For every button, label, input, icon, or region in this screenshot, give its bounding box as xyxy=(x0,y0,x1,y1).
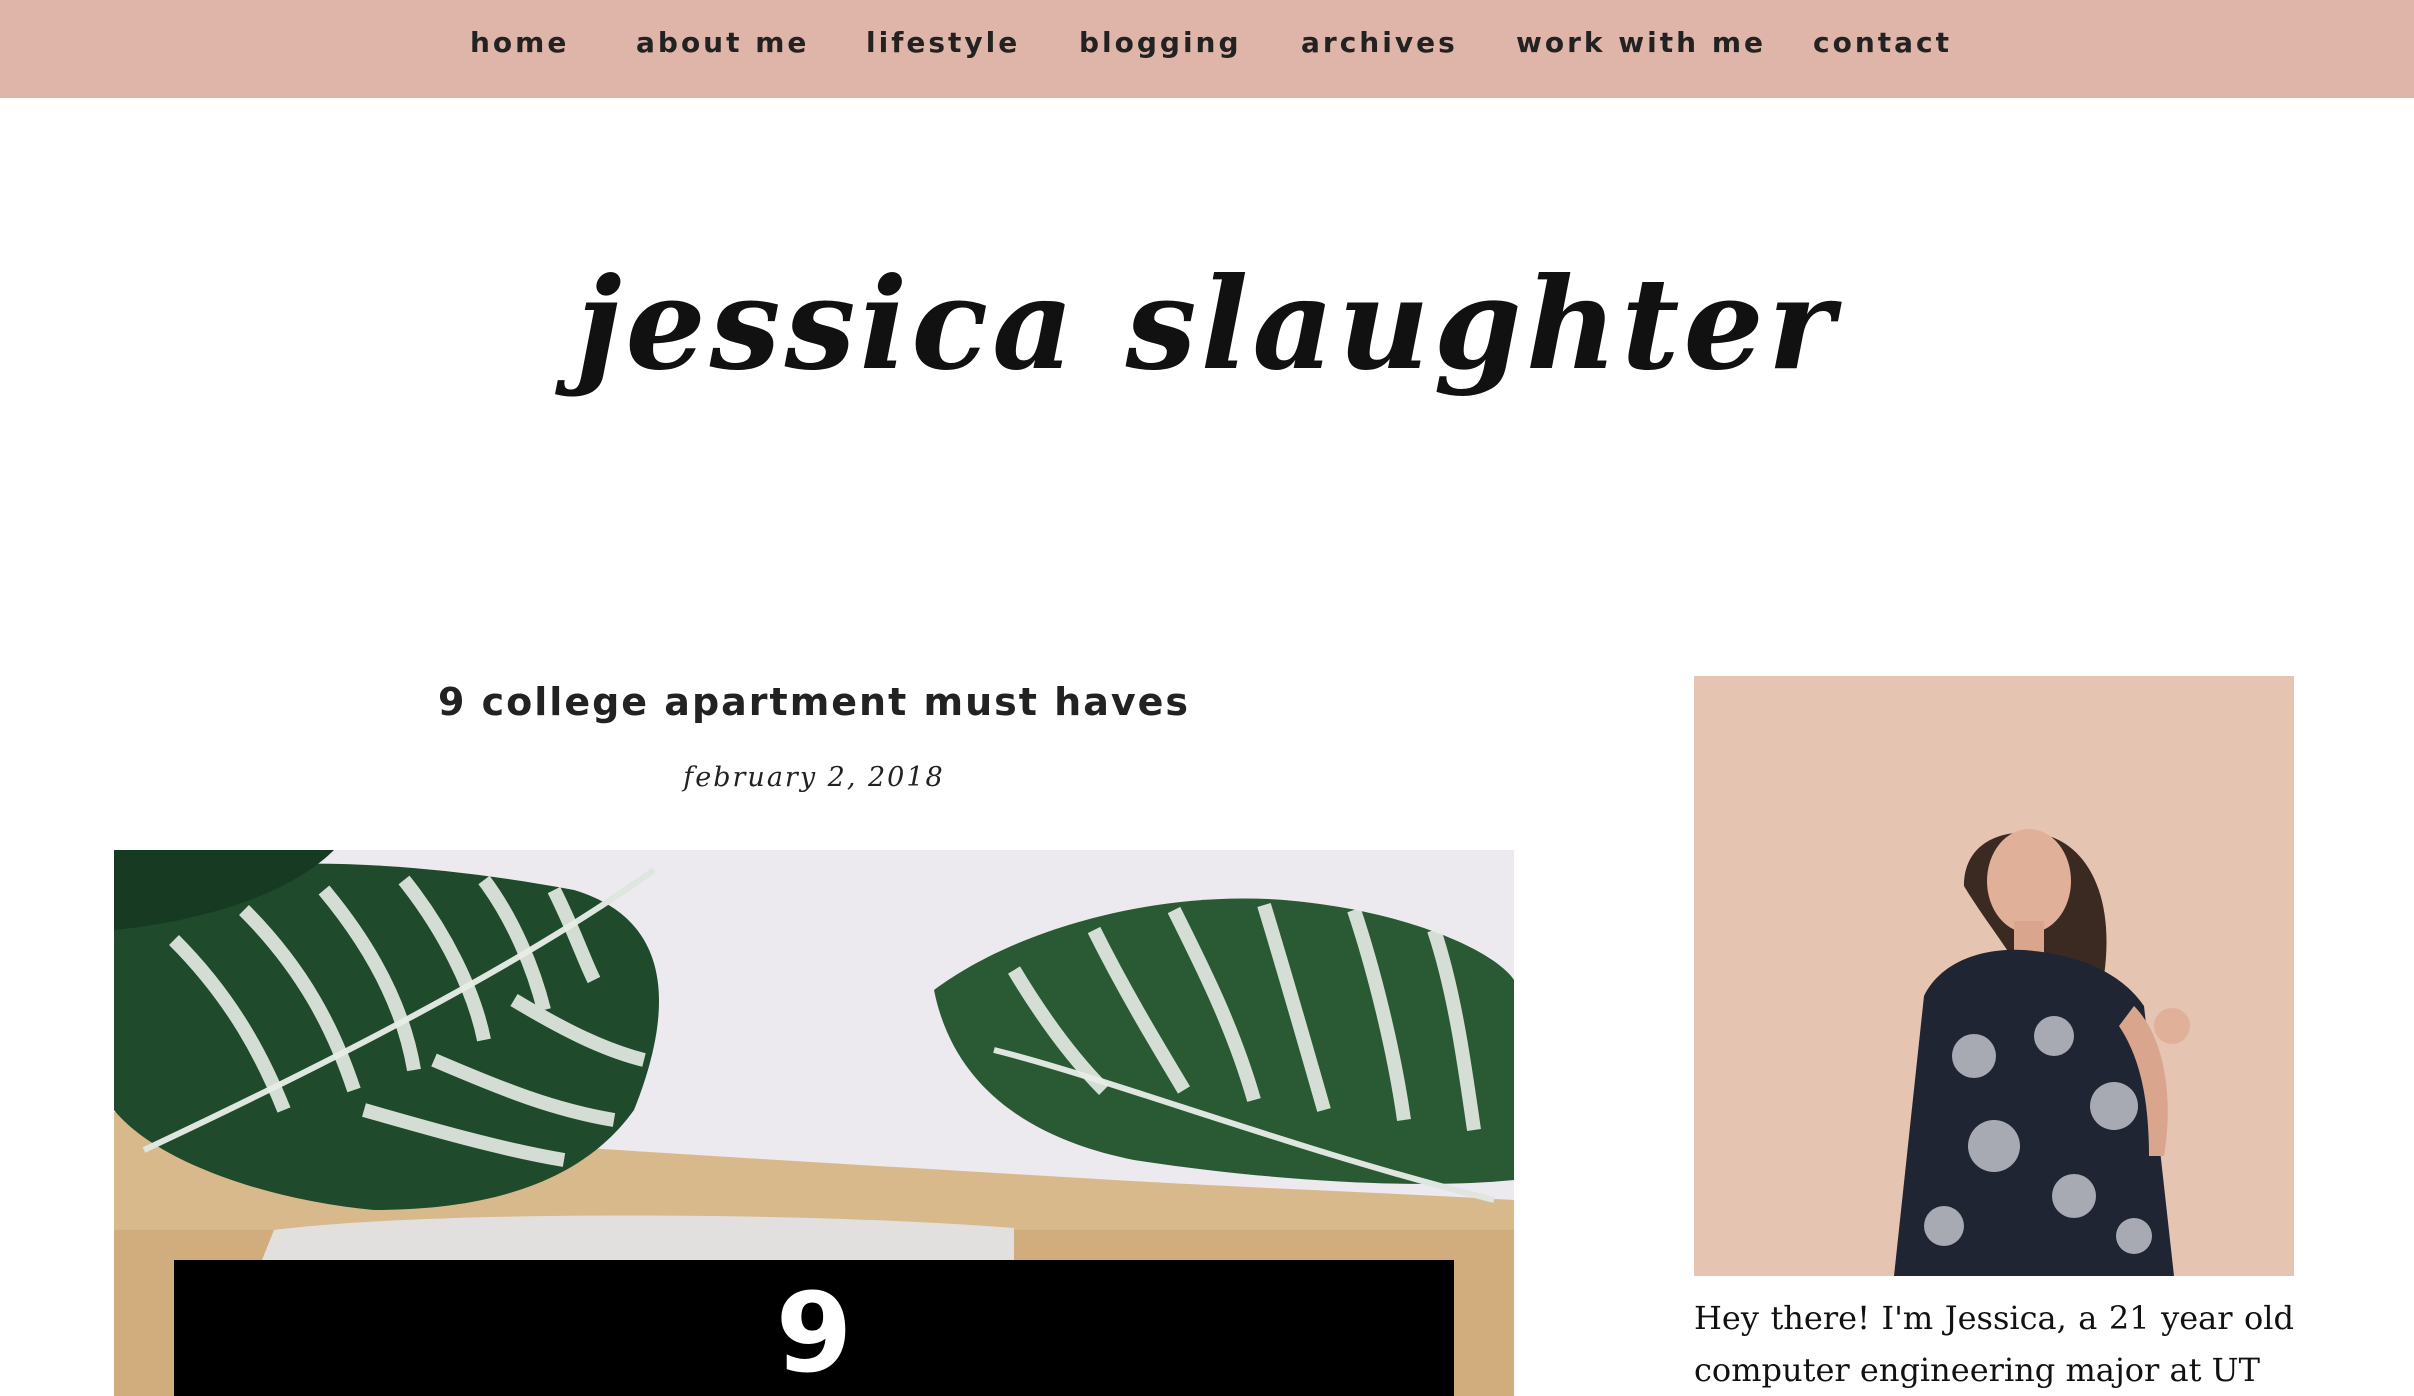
top-navigation: home about me lifestyle blogging archive… xyxy=(0,0,2414,98)
hero-caption-box: 9 xyxy=(174,1260,1454,1396)
nav-contact[interactable]: contact xyxy=(1813,0,1952,98)
nav-home[interactable]: home xyxy=(470,0,569,98)
profile-portrait xyxy=(1694,676,2294,1276)
post-date: february 2, 2018 xyxy=(683,762,945,793)
hero-number: 9 xyxy=(775,1269,853,1396)
nav-about-me[interactable]: about me xyxy=(636,0,809,98)
site-title[interactable]: jessica slaughter xyxy=(0,250,2414,398)
post-hero-image[interactable]: 9 xyxy=(114,850,1514,1396)
nav-archives[interactable]: archives xyxy=(1301,0,1458,98)
profile-photo xyxy=(1694,676,2294,1276)
post-title[interactable]: 9 college apartment must haves xyxy=(114,680,1514,724)
nav-work-with-me[interactable]: work with me xyxy=(1516,0,1766,98)
bio-text: Hey there! I'm Jessica, a 21 year old co… xyxy=(1694,1299,2294,1389)
nav-blogging[interactable]: blogging xyxy=(1079,0,1242,98)
nav-lifestyle[interactable]: lifestyle xyxy=(866,0,1020,98)
